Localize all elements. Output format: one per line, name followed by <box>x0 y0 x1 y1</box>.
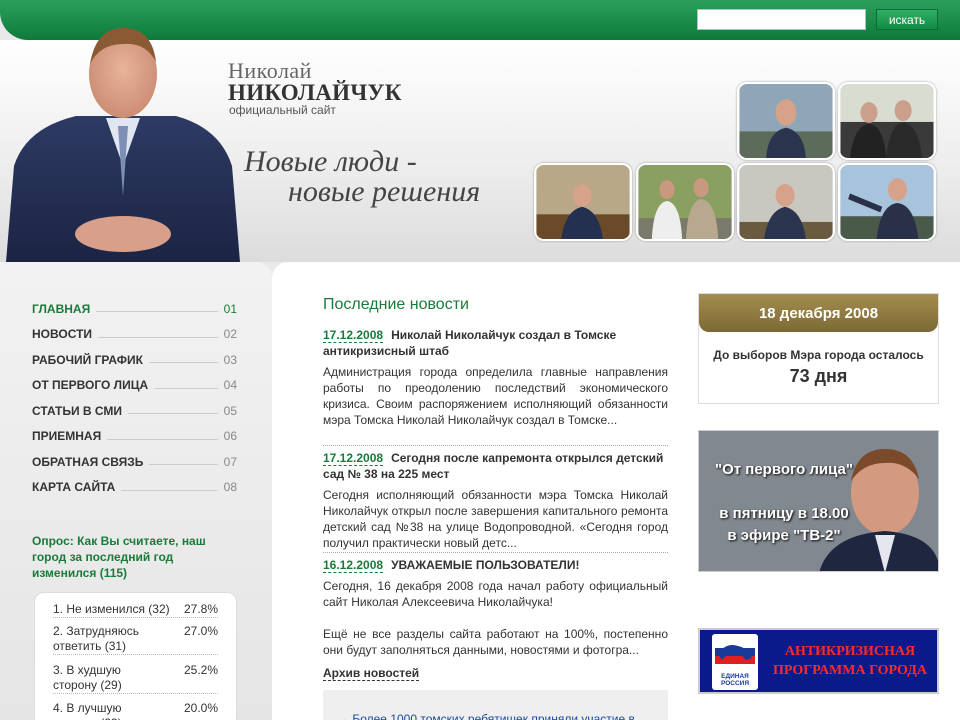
poll-option: 3. В худшую сторону (29) 25.2% <box>53 663 218 694</box>
photo-thumbnail[interactable] <box>838 82 936 160</box>
news-item: 17.12.2008 Николай Николайчук создал в То… <box>323 327 668 428</box>
nav-item-sitemap[interactable]: КАРТА САЙТА 08 <box>32 475 237 501</box>
portrait-image <box>6 28 240 262</box>
news-headline[interactable]: УВАЖАЕМЫЕ ПОЛЬЗОВАТЕЛИ! <box>391 558 579 572</box>
countdown-days: 73 дня <box>789 366 848 386</box>
promo-photo <box>699 431 938 571</box>
photo-thumbnail[interactable] <box>636 163 734 241</box>
nav-item-news[interactable]: НОВОСТИ 02 <box>32 322 237 348</box>
photo-thumbnail[interactable] <box>838 163 936 241</box>
nav-item-home[interactable]: ГЛАВНАЯ 01 <box>32 296 237 322</box>
photo-thumbnail[interactable] <box>737 163 835 241</box>
slogan-line-1: Новые люди - <box>244 145 417 178</box>
promo-line-3: в эфире "ТВ-2" <box>727 527 841 544</box>
nav-item-first-person[interactable]: ОТ ПЕРВОГО ЛИЦА 04 <box>32 373 237 399</box>
search-button[interactable]: искать <box>876 9 938 30</box>
logo-text: ЕДИНАЯ РОССИЯ <box>720 673 750 687</box>
news-item: 16.12.2008 УВАЖАЕМЫЕ ПОЛЬЗОВАТЕЛИ! Сегодн… <box>323 557 668 658</box>
news-date[interactable]: 16.12.2008 <box>323 558 384 573</box>
slogan-line-2: новые решения <box>288 175 481 208</box>
news-separator <box>323 445 668 446</box>
bear-icon <box>715 638 755 664</box>
poll-results: 1. Не изменился (32) 27.8% 2. Затрудняюсь… <box>34 592 237 720</box>
news-body: Сегодня, 16 декабря 2008 года начал рабо… <box>323 579 668 609</box>
photo-thumbnail[interactable] <box>737 82 835 160</box>
nav-item-schedule[interactable]: РАБОЧИЙ ГРАФИК 03 <box>32 347 237 373</box>
news-separator <box>323 552 668 553</box>
news-body: Администрация города определила главные … <box>323 365 668 427</box>
poll-option: 4. В лучшую сторону (23)20.0% <box>53 701 218 720</box>
tv-promo-banner[interactable]: "От первого лица" в пятницу в 18.00 в эф… <box>698 430 939 572</box>
news-date[interactable]: 17.12.2008 <box>323 328 384 343</box>
united-russia-logo: ЕДИНАЯ РОССИЯ <box>712 634 758 690</box>
current-date: 18 декабря 2008 <box>699 294 938 332</box>
more-news-link[interactable]: → Более 1000 томских ребятишек приняли у… <box>337 712 657 720</box>
news-body: Сегодня исполняющий обязанности мэра Том… <box>323 488 668 550</box>
photo-thumbnail[interactable] <box>534 163 632 241</box>
news-body: Ещё не все разделы сайта работают на 100… <box>323 627 668 657</box>
news-archive-link[interactable]: Архив новостей <box>323 666 420 681</box>
countdown-label: До выборов Мэра города осталось <box>713 348 924 362</box>
news-date[interactable]: 17.12.2008 <box>323 451 384 466</box>
more-news-box: → Более 1000 томских ребятишек приняли у… <box>323 690 668 720</box>
promo-line-2: в пятницу в 18.00 <box>719 505 849 522</box>
promo-line-1: "От первого лица" <box>714 461 854 478</box>
search-input[interactable] <box>697 9 866 30</box>
election-countdown: 18 декабря 2008 До выборов Мэра города о… <box>698 293 939 404</box>
poll-option: 1. Не изменился (32) 27.8% <box>53 602 218 618</box>
site-subtitle: официальный сайт <box>229 103 336 117</box>
nav-item-reception[interactable]: ПРИЕМНАЯ 06 <box>32 424 237 450</box>
nav-item-feedback[interactable]: ОБРАТНАЯ СВЯЗЬ 07 <box>32 449 237 475</box>
poll-question[interactable]: Опрос: Как Вы считаете, наш город за пос… <box>32 533 222 581</box>
poll-option: 2. Затрудняюсь ответить (31) 27.0% <box>53 624 218 655</box>
news-section-title: Последние новости <box>323 296 469 313</box>
page: искать Николай НИКОЛАЙЧУК официальный са… <box>0 0 960 720</box>
banner-text: АНТИКРИЗИСНАЯ ПРОГРАММА ГОРОДА <box>773 644 927 678</box>
news-item: 17.12.2008 Сегодня после капремонта откры… <box>323 450 668 551</box>
nav-item-media[interactable]: СТАТЬИ В СМИ 05 <box>32 398 237 424</box>
anticrisis-banner[interactable]: ЕДИНАЯ РОССИЯ АНТИКРИЗИСНАЯ ПРОГРАММА ГО… <box>698 628 939 694</box>
main-nav: ГЛАВНАЯ 01 НОВОСТИ 02 РАБОЧИЙ ГРАФИК 03 ОТ … <box>32 296 237 500</box>
